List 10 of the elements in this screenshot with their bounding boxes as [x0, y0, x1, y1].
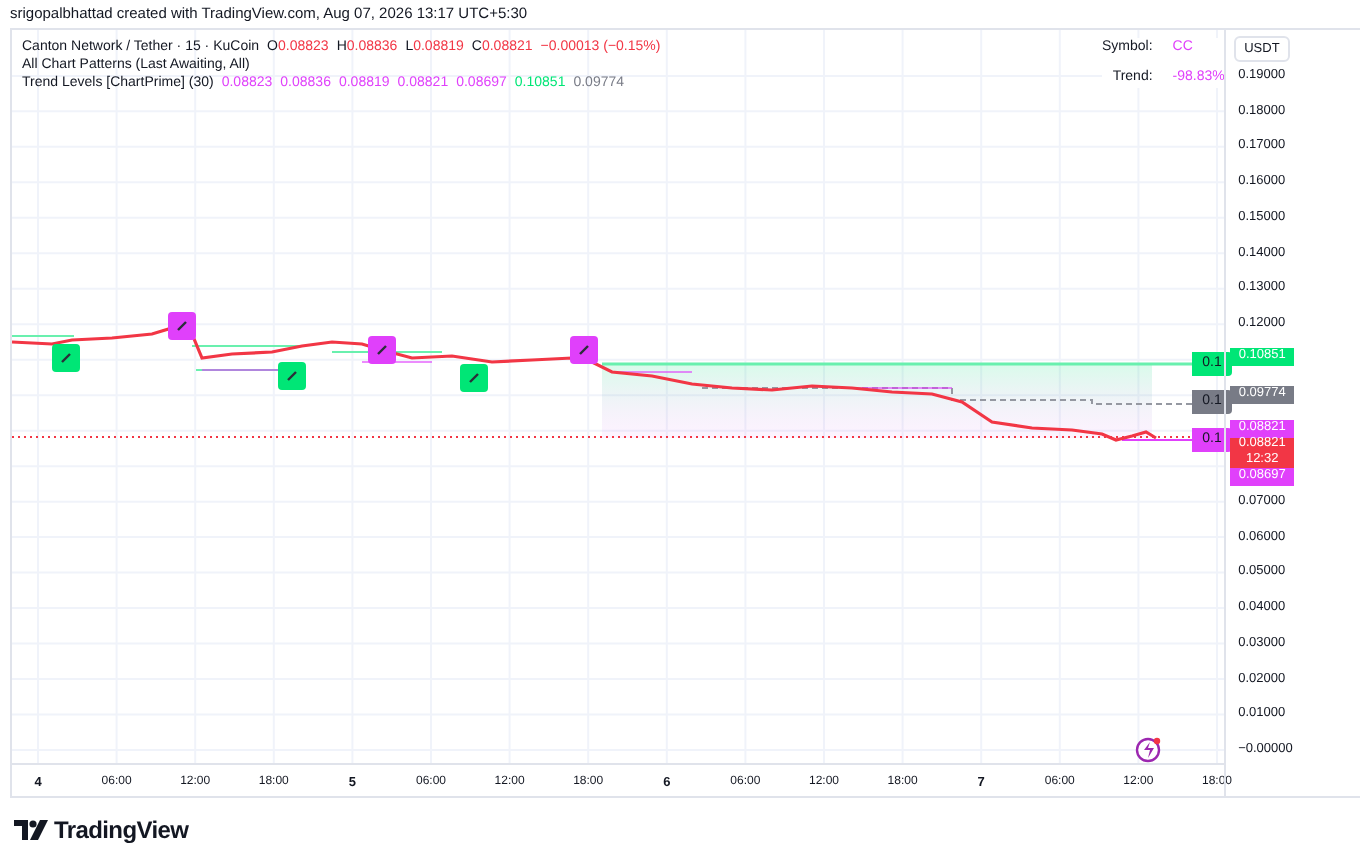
- level-line: [1121, 439, 1193, 441]
- pattern-marker: [168, 312, 196, 340]
- pattern-marker: [460, 364, 488, 392]
- pattern-marker: [570, 336, 598, 364]
- pattern-marker: [52, 344, 80, 372]
- lightning-icon: [1135, 737, 1161, 763]
- pattern-marker: [278, 362, 306, 390]
- logo-text: TradingView: [54, 814, 189, 848]
- pattern-marker: [368, 336, 396, 364]
- logo-icon: [14, 820, 48, 840]
